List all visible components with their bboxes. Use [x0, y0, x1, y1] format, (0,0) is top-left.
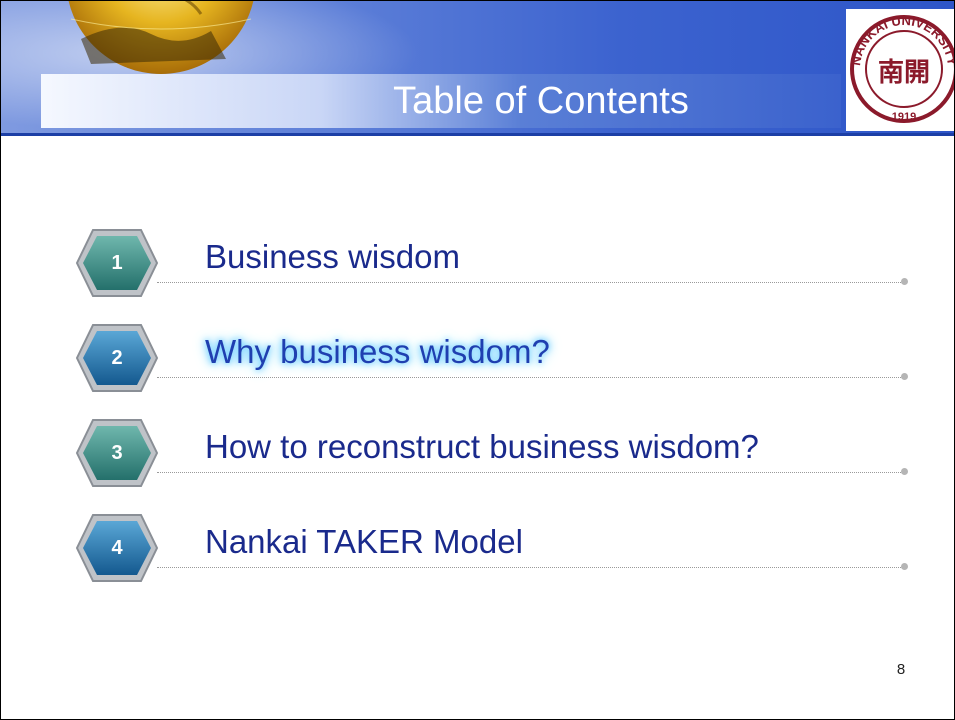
divider-end-dot [901, 278, 908, 285]
item-number: 1 [111, 252, 123, 274]
item-number: 3 [111, 442, 123, 464]
toc-item-3[interactable]: 3 How to reconstruct business wisdom? [75, 418, 915, 488]
svg-text:南開: 南開 [878, 58, 930, 88]
globe-icon [68, 1, 254, 74]
university-seal-icon: NANKAI UNIVERSITY 1919 南開 [846, 9, 954, 131]
item-label: Nankai TAKER Model [205, 523, 523, 560]
header-banner: Table of Contents NANKAI UNIVERSITY 1919… [1, 1, 954, 136]
dotted-divider [157, 377, 907, 378]
item-label-highlighted: Why business wisdom? [205, 333, 550, 370]
item-label: How to reconstruct business wisdom? [205, 428, 759, 465]
svg-text:1919: 1919 [892, 111, 916, 123]
divider-end-dot [901, 563, 908, 570]
item-label: Business wisdom [205, 238, 460, 275]
divider-end-dot [901, 468, 908, 475]
item-number: 2 [111, 347, 123, 369]
toc-item-1[interactable]: 1 Business wisdom [75, 228, 915, 298]
dotted-divider [157, 472, 907, 473]
toc-item-2[interactable]: 2 Why business wisdom? [75, 323, 915, 393]
page-number: 8 [896, 661, 906, 678]
toc-item-4[interactable]: 4 Nankai TAKER Model [75, 513, 915, 583]
slide: Table of Contents NANKAI UNIVERSITY 1919… [0, 0, 955, 720]
dotted-divider [157, 567, 907, 568]
slide-title: Table of Contents [393, 80, 689, 122]
item-number: 4 [111, 537, 123, 559]
divider-end-dot [901, 373, 908, 380]
dotted-divider [157, 282, 907, 283]
